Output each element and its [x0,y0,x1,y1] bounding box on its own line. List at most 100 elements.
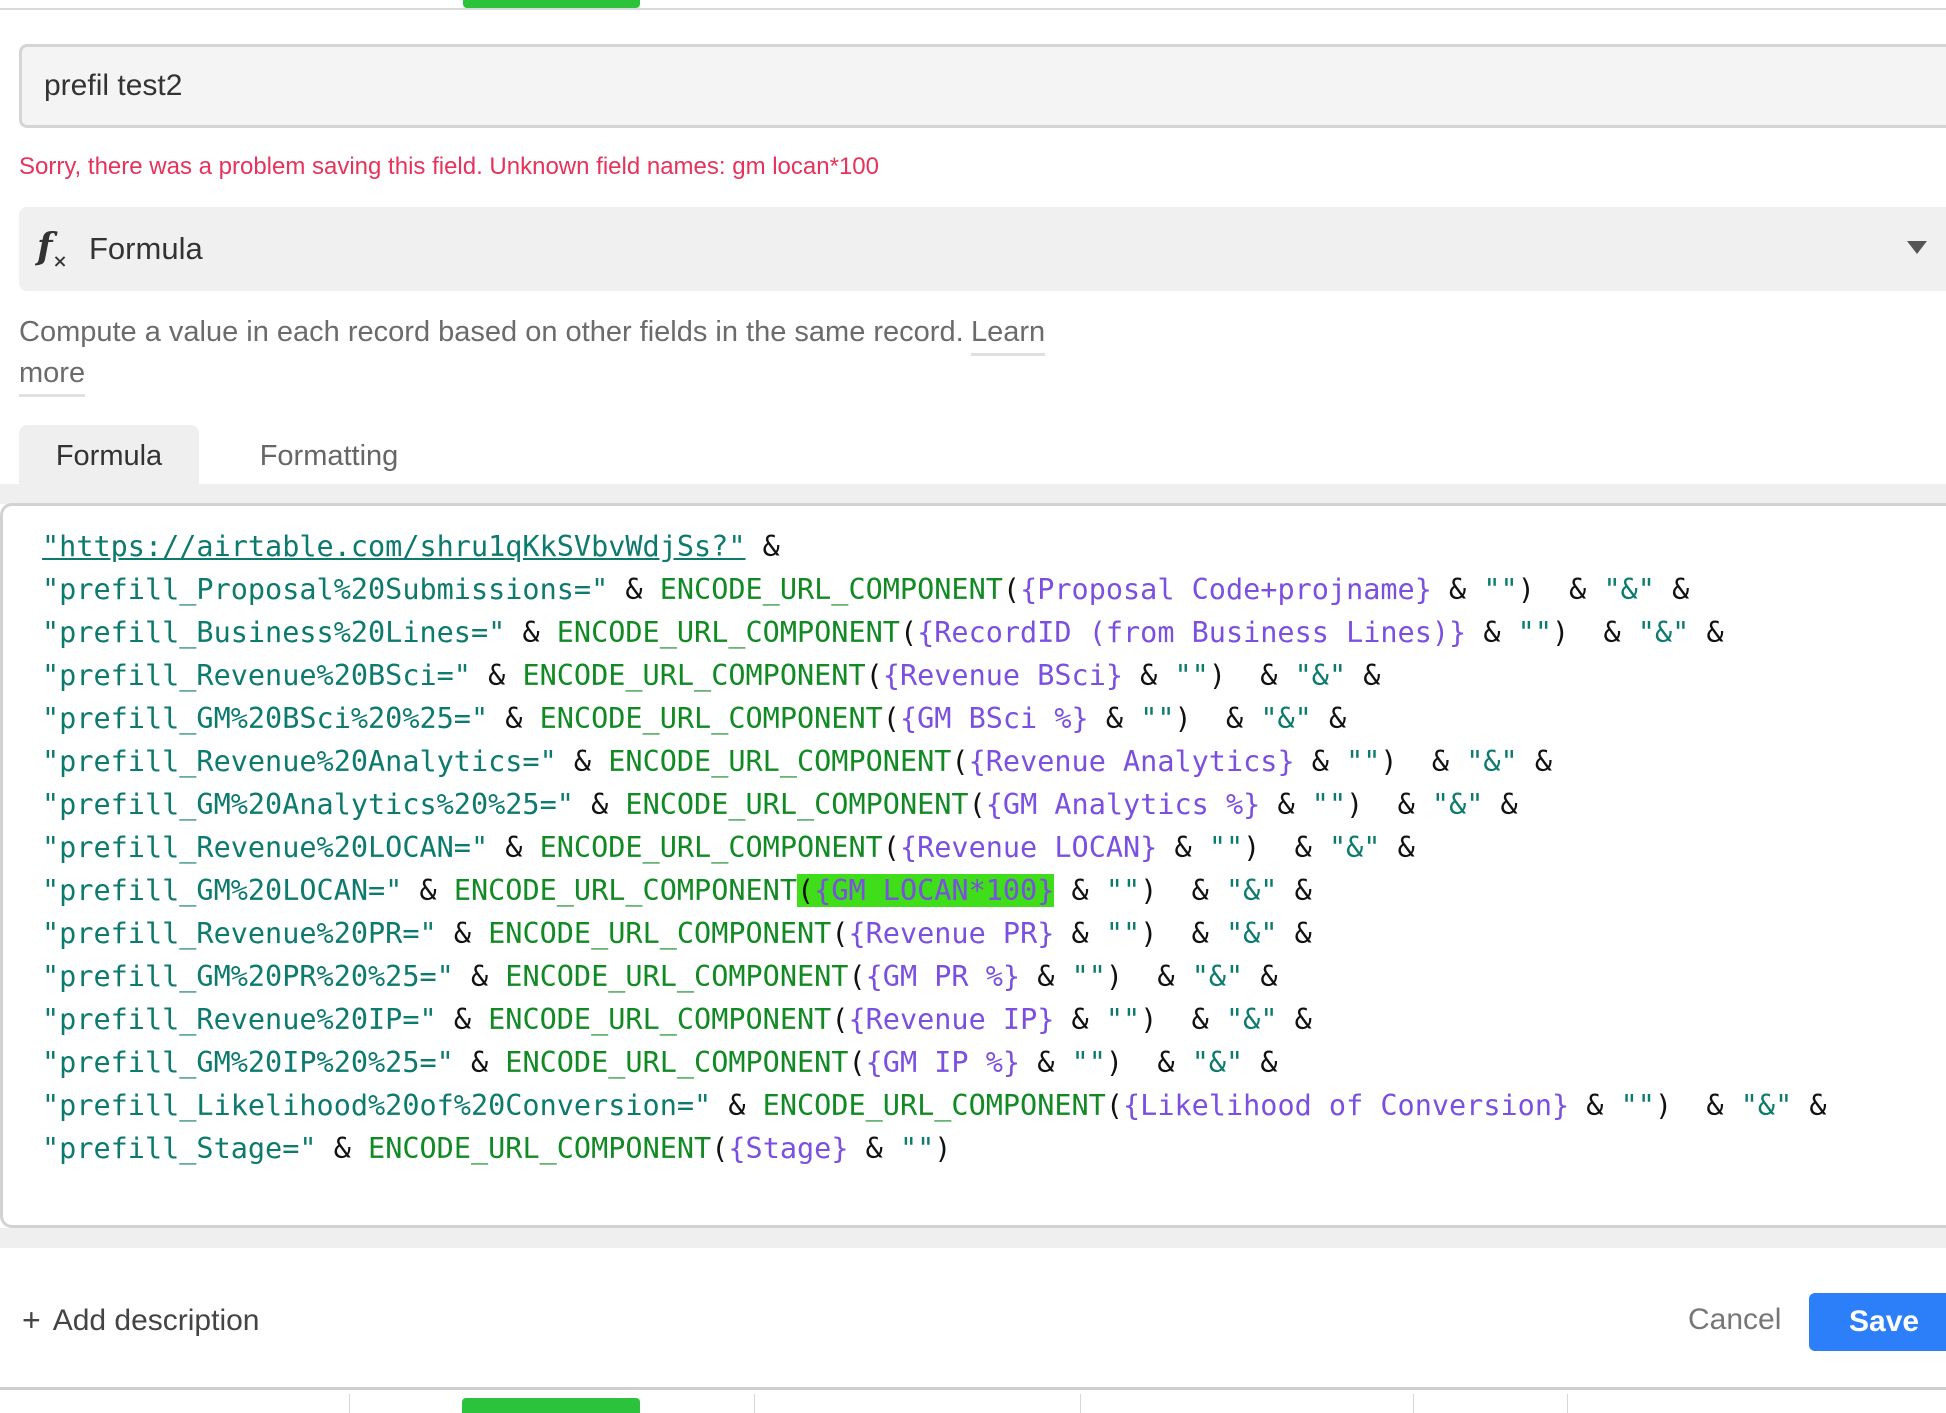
formula-token: ( [1002,573,1021,606]
formula-token: {Revenue LOCAN} [899,831,1158,864]
field-name-value: prefil test2 [44,69,183,102]
formula-token: "prefill_Revenue%20PR=" [42,917,437,950]
formula-token: "prefill_GM%20BSci%20%25=" [42,702,489,735]
formula-token: & [1243,960,1278,993]
formula-token: {GM BSci %} [899,702,1089,735]
formula-token: "&" [1225,874,1278,907]
formula-token: & [1380,831,1415,864]
save-error-message: Sorry, there was a problem saving this f… [19,153,879,180]
formula-token: & [745,530,780,563]
formula-token: & [470,659,523,692]
column-divider [1080,1394,1081,1413]
formula-line: "prefill_Proposal%20Submissions=" & ENCO… [42,568,1827,611]
field-type-select[interactable]: f× Formula [19,207,1946,291]
formula-token: {GM PR %} [865,960,1021,993]
formula-token: ( [882,831,900,864]
add-description-label: Add description [52,1303,260,1337]
formula-token: & [1277,1003,1312,1036]
formula-token: ( [848,1046,866,1079]
formula-token: "prefill_Revenue%20Analytics=" [42,745,557,778]
formula-token: ) & [1140,1003,1226,1036]
formula-token: & [1294,745,1347,778]
formula-token: "prefill_Likelihood%20of%20Conversion=" [42,1089,712,1122]
formula-token: ENCODE_URL_COMPONENT [659,573,1003,606]
formula-token: "" [1208,831,1244,864]
formula-token: ( [899,616,918,649]
formula-token: ) & [1243,831,1329,864]
formula-token: & [848,1132,900,1165]
formula-token: & [556,745,609,778]
formula-token: {Likelihood of Conversion} [1123,1089,1570,1122]
column-divider [349,1394,350,1413]
formula-token: & [316,1132,369,1165]
formula-token: "&" [1260,702,1312,735]
formula-token: & [505,616,557,649]
formula-token: ) & [1380,745,1467,778]
formula-token: & [1569,1089,1621,1122]
formula-token: "prefill_GM%20IP%20%25=" [42,1046,454,1079]
formula-token: "&" [1740,1089,1793,1122]
formula-token: "&" [1466,745,1518,778]
formula-line: "prefill_Stage=" & ENCODE_URL_COMPONENT(… [42,1127,1827,1170]
field-name-input[interactable]: prefil test2 [19,44,1946,128]
formula-token: & [436,1003,489,1036]
editor-footer-band [0,1228,1946,1248]
formula-token: ENCODE_URL_COMPONENT [368,1132,712,1165]
formula-token: ( [831,917,849,950]
formula-token: "" [1105,917,1141,950]
tab-formula[interactable]: Formula [19,425,199,487]
learn-more-link[interactable]: Learn [971,312,1046,356]
formula-token: "https://airtable.com/shru1qKkSVbvWdjSs?… [42,530,746,563]
formula-token: & [1654,573,1690,606]
formula-token: ) & [1517,573,1604,606]
formula-token: & [453,960,506,993]
formula-token: & [1243,1046,1278,1079]
formula-token: & [711,1089,763,1122]
formula-token: & [1277,917,1312,950]
formula-token: {Revenue BSci} [882,659,1124,692]
formula-token: ) & [1105,960,1192,993]
formula-line: "prefill_Business%20Lines=" & ENCODE_URL… [42,611,1827,654]
formula-token: "prefill_Proposal%20Submissions=" [42,573,609,606]
formula-token: "prefill_Revenue%20LOCAN=" [42,831,489,864]
learn-more-link-continued[interactable]: more [19,353,86,397]
formula-token: "" [1174,659,1209,692]
formula-line: "prefill_Revenue%20IP=" & ENCODE_URL_COM… [42,998,1827,1041]
formula-token: & [488,702,540,735]
active-tab-indicator-bottom [462,1398,640,1413]
formula-token: {GM LOCAN*100} [814,874,1055,907]
formula-token: ( [865,659,883,692]
save-button[interactable]: Save [1809,1293,1946,1351]
formula-token: & [1517,745,1553,778]
formula-line: "prefill_GM%20LOCAN=" & ENCODE_URL_COMPO… [42,869,1827,912]
formula-token: "" [1105,1003,1141,1036]
formula-token: & [1689,616,1724,649]
formula-token: & [1346,659,1381,692]
formula-token: "" [899,1132,935,1165]
formula-token: {GM IP %} [865,1046,1021,1079]
formula-token: "prefill_Stage=" [42,1132,317,1165]
field-type-description: Compute a value in each record based on … [19,312,1046,397]
formula-token: "" [1346,745,1381,778]
formula-token: ) & [1140,874,1226,907]
formula-token: ( [796,874,815,907]
formula-token: & [1260,788,1312,821]
tab-formatting[interactable]: Formatting [219,425,439,487]
description-text: Compute a value in each record based on … [19,316,964,348]
formula-token: "prefill_GM%20LOCAN=" [42,874,403,907]
formula-token: "" [1483,573,1518,606]
formula-token: {Proposal Code+projname} [1020,573,1432,606]
formula-token: "&" [1603,573,1655,606]
formula-token: ( [831,1003,849,1036]
formula-token: {GM Analytics %} [985,788,1261,821]
formula-tabs: Formula Formatting [19,425,1946,487]
cancel-button[interactable]: Cancel [1688,1303,1781,1337]
bottom-tab-strip [0,1387,1946,1413]
formula-token: ENCODE_URL_COMPONENT [488,917,832,950]
tab-panel-background [0,484,1946,504]
formula-token: ) & [1346,788,1432,821]
formula-token: "prefill_Revenue%20BSci=" [42,659,471,692]
formula-token: ) [934,1132,952,1165]
add-description-button[interactable]: + Add description [22,1302,259,1339]
formula-token: {Revenue Analytics} [968,745,1295,778]
